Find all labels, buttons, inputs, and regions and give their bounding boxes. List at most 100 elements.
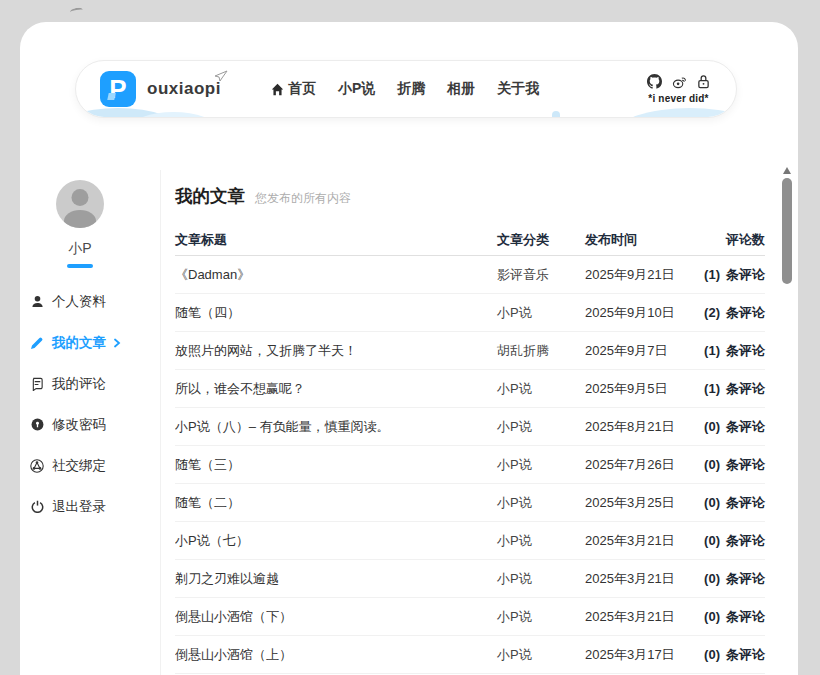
weibo-icon[interactable] (672, 75, 687, 89)
article-date: 2025年3月21日 (585, 570, 700, 588)
article-title[interactable]: 放照片的网站，又折腾了半天！ (175, 342, 497, 360)
main-card: P ouxiaopi 首页小P说折腾相册关于我 *i never did* 小P… (20, 22, 798, 675)
nav-link-album[interactable]: 相册 (447, 80, 475, 98)
article-row: 倒悬山小酒馆（上）小P说2025年3月17日(0)条评论 (175, 636, 765, 674)
navbar-action-icons (647, 74, 710, 89)
cloud-decoration (616, 108, 737, 118)
article-category: 小P说 (497, 608, 585, 626)
article-row: 《Dadman》影评音乐2025年9月21日(1)条评论 (175, 256, 765, 294)
nav-link-xiaop-says[interactable]: 小P说 (338, 80, 375, 98)
brand-name: ouxiaopi (147, 79, 221, 99)
article-date: 2025年3月17日 (585, 646, 700, 664)
article-comments-link[interactable]: (0)条评论 (700, 570, 765, 588)
article-category: 小P说 (497, 532, 585, 550)
article-date: 2025年9月5日 (585, 380, 700, 398)
navbar-right: *i never did* (647, 74, 710, 104)
article-row: 小P说（七）小P说2025年3月21日(0)条评论 (175, 522, 765, 560)
avatar-person-icon (72, 189, 89, 206)
article-title[interactable]: 剃刀之刃难以逾越 (175, 570, 497, 588)
article-title[interactable]: 随笔（三） (175, 456, 497, 474)
sidebar-item-label: 个人资料 (52, 293, 106, 311)
comment-icon (30, 377, 44, 391)
article-category: 小P说 (497, 380, 585, 398)
sidebar-item-my-articles[interactable]: 我的文章 (20, 322, 140, 363)
col-header-comments: 评论数 (700, 231, 765, 249)
col-header-date: 发布时间 (585, 231, 700, 249)
article-title[interactable]: 《Dadman》 (175, 266, 497, 284)
nav-link-about-me[interactable]: 关于我 (497, 80, 539, 98)
sidebar-item-logout[interactable]: 退出登录 (20, 486, 140, 527)
nav-link-tinkering[interactable]: 折腾 (397, 80, 425, 98)
paper-plane-doodle-icon (214, 68, 228, 86)
article-date: 2025年9月10日 (585, 304, 700, 322)
content-area: 小P 个人资料我的文章我的评论修改密码社交绑定退出登录 我的文章 您发布的所有内… (20, 170, 798, 675)
nav-links: 首页 小P说 折腾 相册 关于我 (271, 80, 539, 98)
table-header: 文章标题 文章分类 发布时间 评论数 (175, 224, 765, 256)
brand[interactable]: P ouxiaopi (100, 71, 221, 107)
article-title[interactable]: 所以，谁会不想赢呢？ (175, 380, 497, 398)
article-row: 随笔（四）小P说2025年9月10日(2)条评论 (175, 294, 765, 332)
article-date: 2025年9月7日 (585, 342, 700, 360)
avatar[interactable] (56, 180, 104, 228)
sidebar-item-change-password[interactable]: 修改密码 (20, 404, 140, 445)
username-divider (67, 264, 93, 268)
article-category: 胡乱折腾 (497, 342, 585, 360)
share-icon (30, 459, 44, 473)
article-comments-link[interactable]: (0)条评论 (700, 418, 765, 436)
article-category: 小P说 (497, 418, 585, 436)
sidebar-item-profile[interactable]: 个人资料 (20, 281, 140, 322)
col-header-category: 文章分类 (497, 231, 585, 249)
article-row: 随笔（三）小P说2025年7月26日(0)条评论 (175, 446, 765, 484)
article-category: 小P说 (497, 570, 585, 588)
scrollbar[interactable] (782, 0, 793, 675)
article-row: 小P说（八）– 有负能量，慎重阅读。小P说2025年8月21日(0)条评论 (175, 408, 765, 446)
article-date: 2025年9月21日 (585, 266, 700, 284)
page-head: 我的文章 您发布的所有内容 (175, 184, 765, 206)
article-date: 2025年3月25日 (585, 494, 700, 512)
article-date: 2025年8月21日 (585, 418, 700, 436)
article-title[interactable]: 小P说（八）– 有负能量，慎重阅读。 (175, 418, 497, 436)
article-title[interactable]: 随笔（二） (175, 494, 497, 512)
article-comments-link[interactable]: (0)条评论 (700, 532, 765, 550)
sidebar-item-label: 我的文章 (52, 334, 106, 352)
cloud-decoration (552, 111, 560, 118)
lock-icon[interactable] (697, 74, 710, 89)
page-title: 我的文章 (175, 184, 245, 208)
article-comments-link[interactable]: (1)条评论 (700, 342, 765, 360)
article-row: 放照片的网站，又折腾了半天！胡乱折腾2025年9月7日(1)条评论 (175, 332, 765, 370)
article-comments-link[interactable]: (1)条评论 (700, 380, 765, 398)
scribble-doodle (70, 7, 84, 15)
github-icon[interactable] (647, 74, 662, 89)
sidebar-item-my-comments[interactable]: 我的评论 (20, 363, 140, 404)
sidebar-item-label: 我的评论 (52, 375, 106, 393)
power-icon (30, 500, 44, 513)
sidebar-item-label: 退出登录 (52, 498, 106, 516)
article-title[interactable]: 倒悬山小酒馆（上） (175, 646, 497, 664)
article-comments-link[interactable]: (2)条评论 (700, 304, 765, 322)
main-panel: 我的文章 您发布的所有内容 文章标题 文章分类 发布时间 评论数 《Dadman… (161, 170, 798, 675)
sidebar-item-social-binding[interactable]: 社交绑定 (20, 445, 140, 486)
article-row: 所以，谁会不想赢呢？小P说2025年9月5日(1)条评论 (175, 370, 765, 408)
sidebar: 小P 个人资料我的文章我的评论修改密码社交绑定退出登录 (20, 170, 161, 675)
article-row: 随笔（二）小P说2025年3月25日(0)条评论 (175, 484, 765, 522)
article-title[interactable]: 随笔（四） (175, 304, 497, 322)
article-category: 影评音乐 (497, 266, 585, 284)
keylock-icon (30, 418, 44, 431)
scrollbar-up-arrow[interactable] (783, 167, 791, 174)
nav-link-home[interactable]: 首页 (271, 80, 316, 98)
chevron-right-icon (113, 338, 121, 348)
article-row: 剃刀之刃难以逾越小P说2025年3月21日(0)条评论 (175, 560, 765, 598)
article-comments-link[interactable]: (0)条评论 (700, 494, 765, 512)
scrollbar-thumb[interactable] (782, 178, 792, 284)
user-icon (30, 295, 44, 308)
sidebar-item-label: 社交绑定 (52, 457, 106, 475)
sidebar-item-label: 修改密码 (52, 416, 106, 434)
pen-icon (30, 336, 44, 350)
article-comments-link[interactable]: (0)条评论 (700, 608, 765, 626)
article-comments-link[interactable]: (0)条评论 (700, 456, 765, 474)
article-title[interactable]: 小P说（七） (175, 532, 497, 550)
article-comments-link[interactable]: (0)条评论 (700, 646, 765, 664)
article-title[interactable]: 倒悬山小酒馆（下） (175, 608, 497, 626)
article-date: 2025年3月21日 (585, 608, 700, 626)
article-comments-link[interactable]: (1)条评论 (700, 266, 765, 284)
